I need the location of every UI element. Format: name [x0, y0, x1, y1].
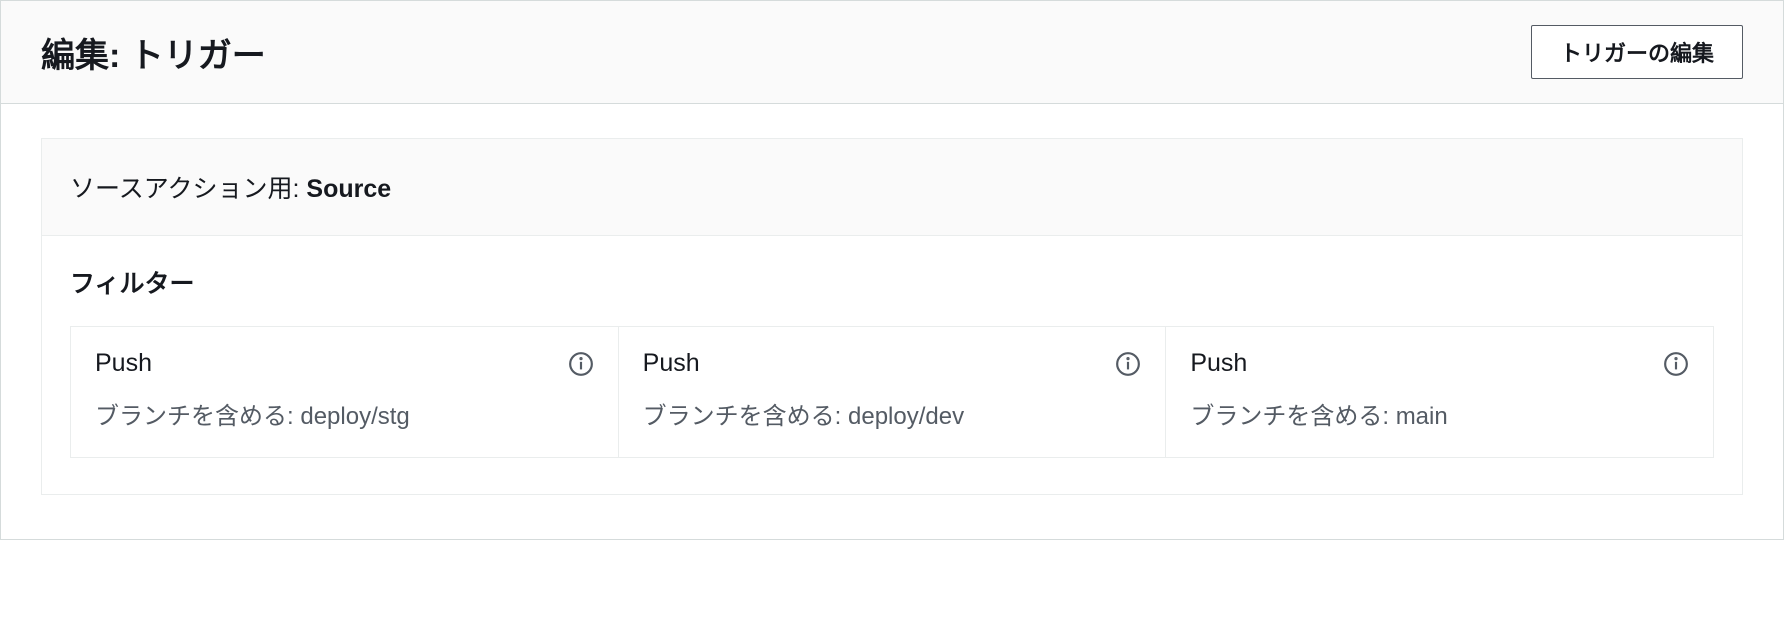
filter-branch-value: main [1396, 403, 1448, 430]
filter-branch-detail: ブランチを含める: main [1190, 396, 1689, 431]
panel-header: ソースアクション用: Source [42, 139, 1742, 236]
filters-title: フィルター [70, 264, 1714, 300]
filter-branch-value: deploy/stg [300, 403, 409, 430]
filter-card: Push ブランチを含める: deploy/stg [70, 326, 619, 458]
filter-branch-detail: ブランチを含める: deploy/stg [95, 396, 594, 431]
info-icon[interactable] [568, 351, 594, 377]
filter-branch-prefix: ブランチを含める: [95, 403, 300, 430]
filter-type-label: Push [1190, 349, 1247, 378]
filter-card: Push ブランチを含める: deploy/dev [618, 326, 1167, 458]
source-action-prefix: ソースアクション用: [70, 175, 306, 203]
filter-type-label: Push [643, 349, 700, 378]
page-title: 編集: トリガー [41, 28, 266, 77]
info-icon[interactable] [1115, 351, 1141, 377]
filter-card-head: Push [643, 349, 1142, 378]
content-area: ソースアクション用: Source フィルター Push [1, 104, 1783, 539]
panel-body: フィルター Push [42, 236, 1742, 494]
info-icon[interactable] [1663, 351, 1689, 377]
page-container: 編集: トリガー トリガーの編集 ソースアクション用: Source フィルター… [0, 0, 1784, 540]
filter-branch-prefix: ブランチを含める: [1190, 403, 1395, 430]
filter-card: Push ブランチを含める: main [1165, 326, 1714, 458]
filter-branch-prefix: ブランチを含める: [643, 403, 848, 430]
edit-triggers-button[interactable]: トリガーの編集 [1531, 25, 1743, 79]
filter-card-head: Push [1190, 349, 1689, 378]
header-bar: 編集: トリガー トリガーの編集 [1, 1, 1783, 104]
filters-row: Push ブランチを含める: deploy/stg [70, 326, 1714, 458]
filter-branch-value: deploy/dev [848, 403, 964, 430]
triggers-panel: ソースアクション用: Source フィルター Push [41, 138, 1743, 495]
filter-type-label: Push [95, 349, 152, 378]
filter-card-head: Push [95, 349, 594, 378]
filter-branch-detail: ブランチを含める: deploy/dev [643, 396, 1142, 431]
source-action-name: Source [306, 175, 391, 203]
